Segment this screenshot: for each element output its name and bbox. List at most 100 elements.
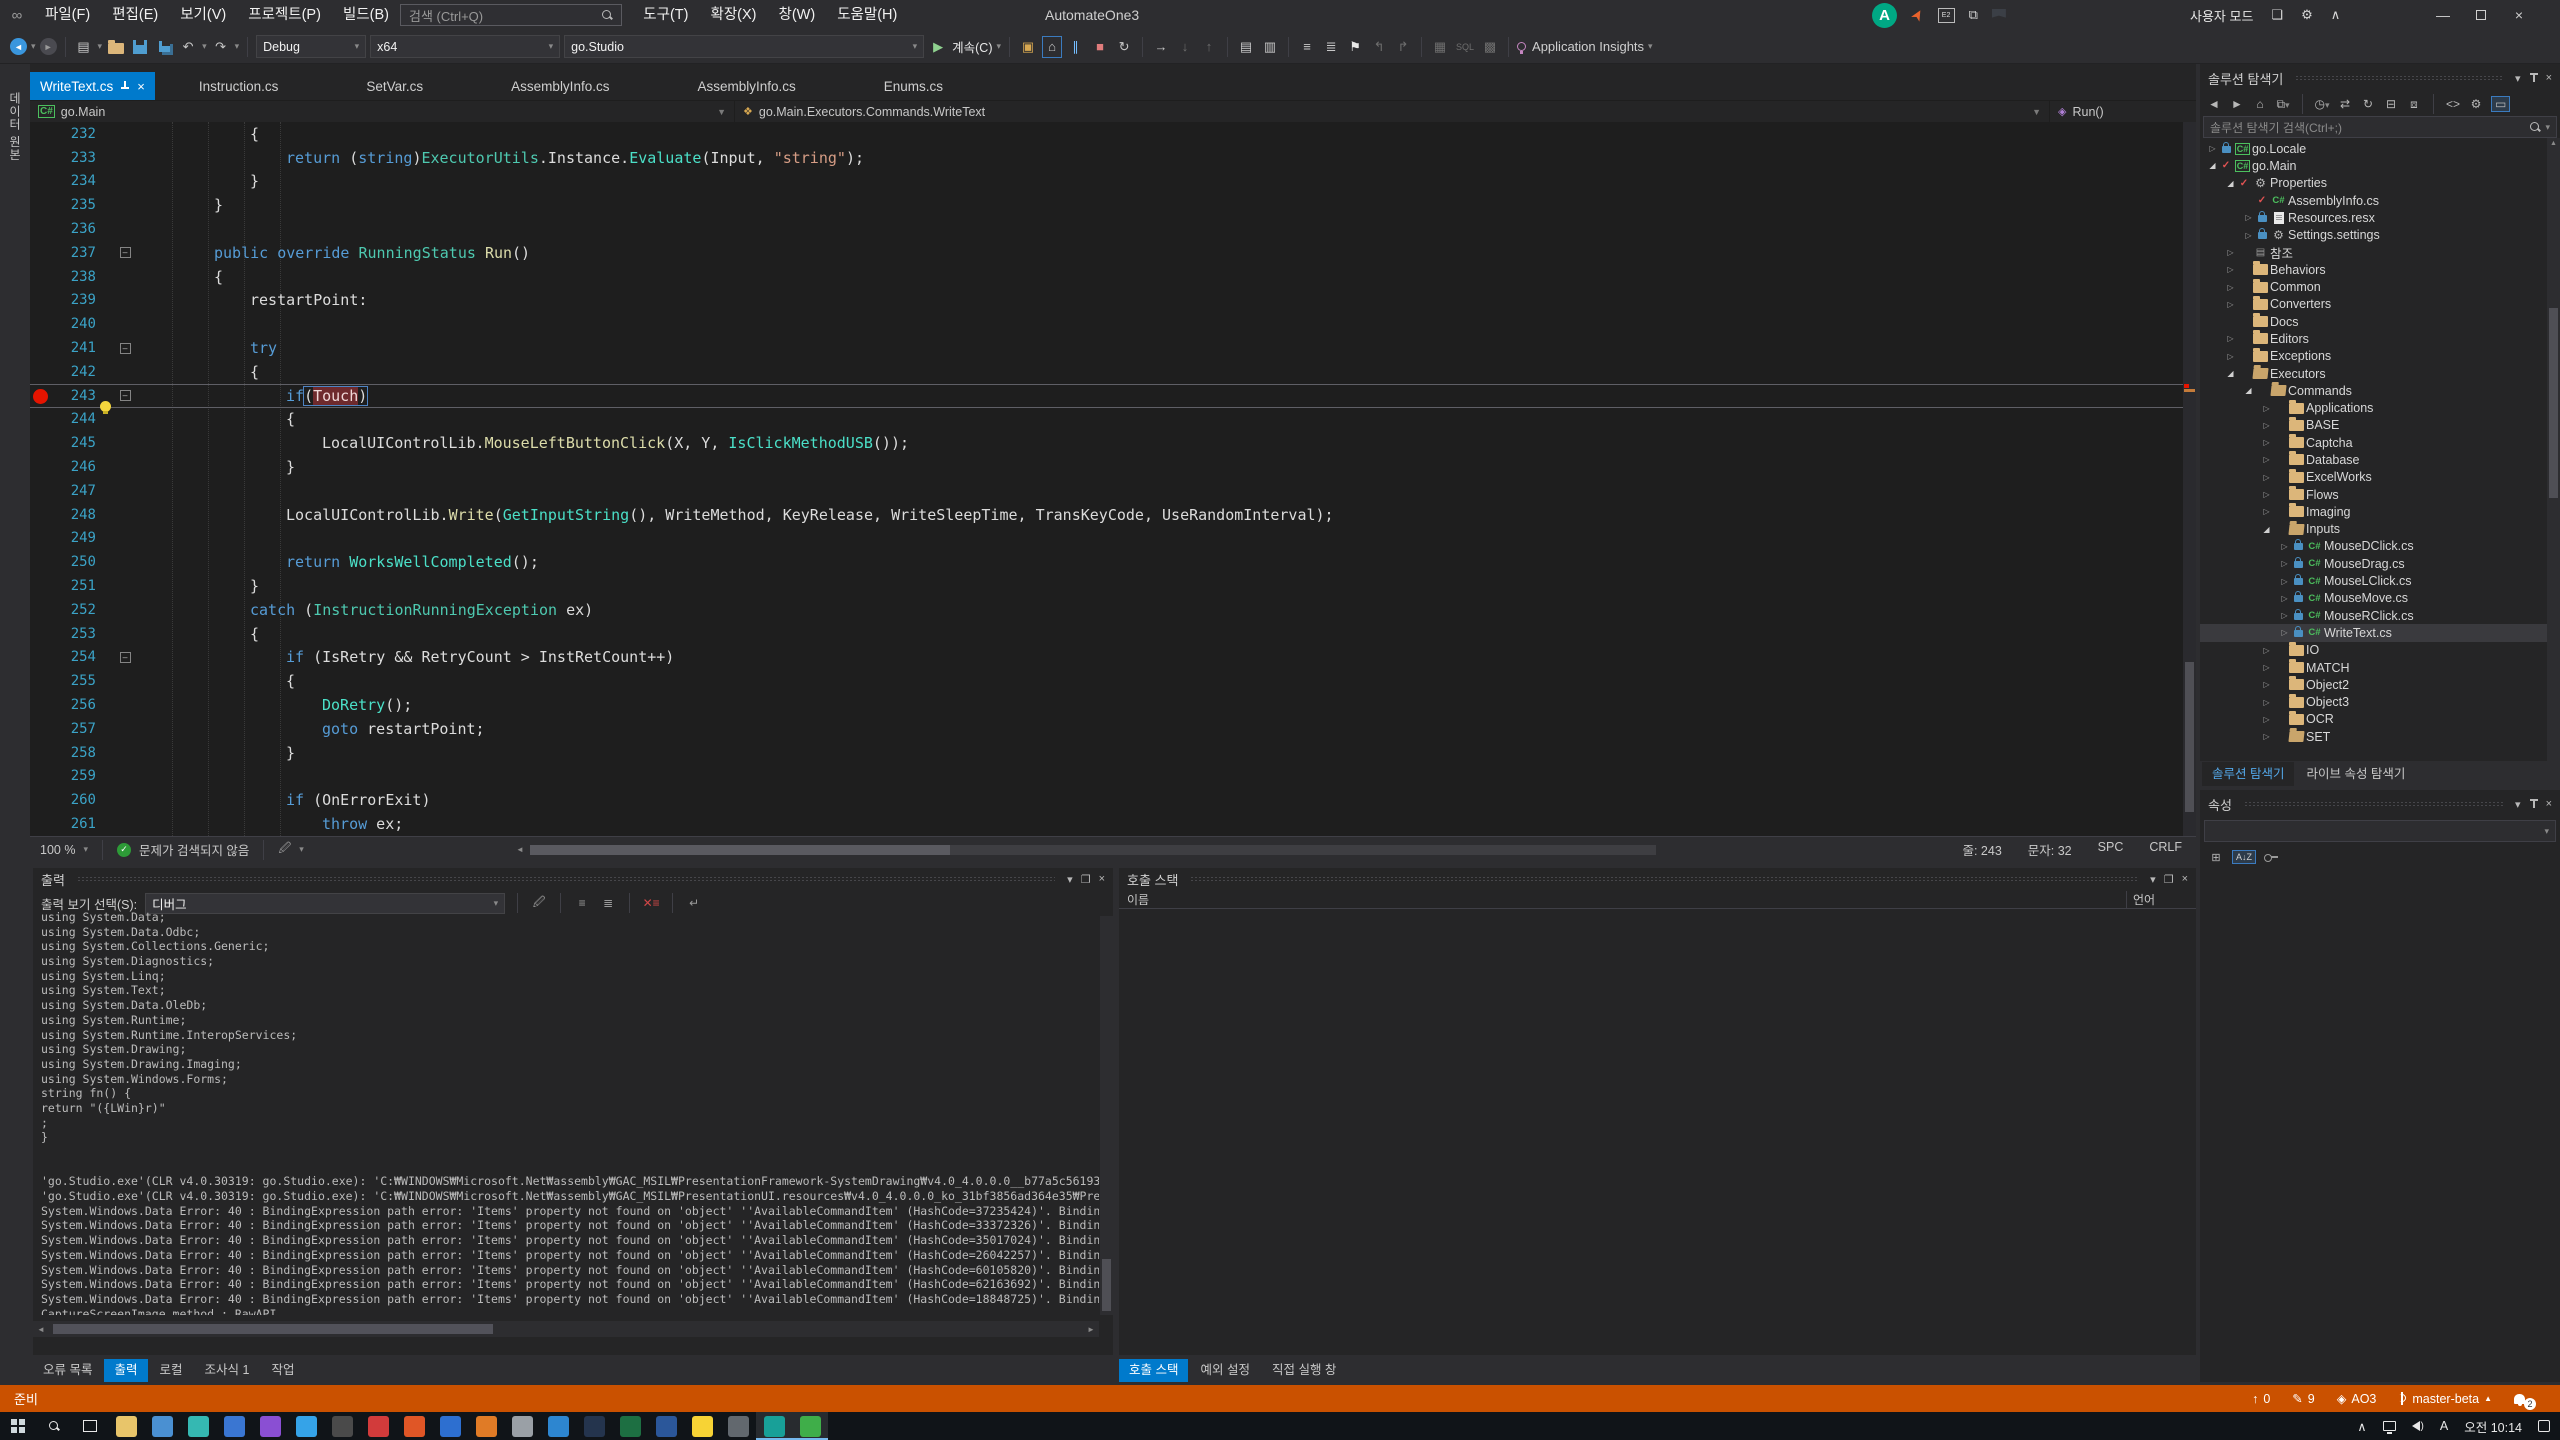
menu-item[interactable]: 도움말(H)	[826, 0, 908, 30]
status-spaces[interactable]: SPC	[2098, 840, 2124, 859]
open-file-icon[interactable]	[106, 36, 126, 58]
categorized-icon[interactable]: ⊞	[2208, 851, 2224, 864]
code-line[interactable]: 242{	[30, 360, 2196, 384]
tree-item-exceptions[interactable]: ▷Exceptions	[2200, 348, 2560, 365]
code-line[interactable]: 233return (string)ExecutorUtils.Instance…	[30, 146, 2196, 170]
tree-item-imaging[interactable]: ▷Imaging	[2200, 503, 2560, 520]
collapsed-arrow-icon[interactable]: ▷	[2278, 542, 2291, 551]
app-chrome[interactable]	[144, 1412, 180, 1440]
task-view-icon[interactable]	[72, 1412, 108, 1440]
code-line[interactable]: 240	[30, 312, 2196, 336]
app-blue-1[interactable]	[216, 1412, 252, 1440]
code-line[interactable]: 241–try	[30, 336, 2196, 360]
collapsed-arrow-icon[interactable]: ▷	[2242, 231, 2255, 240]
tree-item-object2[interactable]: ▷Object2	[2200, 676, 2560, 693]
breakpoint-margin[interactable]	[30, 408, 52, 432]
breakpoint-margin[interactable]	[30, 765, 52, 789]
step-into-icon[interactable]: ↓	[1175, 36, 1195, 58]
tree-item-applications[interactable]: ▷Applications	[2200, 399, 2560, 416]
tree-item-docs[interactable]: Docs	[2200, 313, 2560, 330]
app-blue-3[interactable]	[540, 1412, 576, 1440]
tree-item-mouselclick-cs[interactable]: ▷C#MouseLClick.cs	[2200, 572, 2560, 589]
properties-icon[interactable]: ⚙	[2468, 97, 2484, 111]
collapsed-arrow-icon[interactable]: ▷	[2260, 680, 2273, 689]
data-sources-vertical-tab[interactable]: 데이터 원본	[7, 92, 24, 161]
save-icon[interactable]	[130, 36, 150, 58]
collapsed-arrow-icon[interactable]: ▷	[2260, 438, 2273, 447]
undo-icon[interactable]: ↶	[178, 36, 198, 58]
menu-item[interactable]: 보기(V)	[169, 0, 237, 30]
document-tab[interactable]: SetVar.cs	[322, 72, 467, 100]
chevron-down-icon[interactable]: ▾	[1067, 873, 1073, 886]
collapsed-arrow-icon[interactable]: ▷	[2260, 507, 2273, 516]
tree-item-database[interactable]: ▷Database	[2200, 451, 2560, 468]
scroll-right-icon[interactable]: ►	[1083, 1325, 1099, 1334]
collapsed-arrow-icon[interactable]: ▷	[2260, 404, 2273, 413]
breakpoint-margin[interactable]	[30, 788, 52, 812]
automate-logo-icon[interactable]: A	[1872, 3, 1897, 28]
code-editor[interactable]: 232{233return (string)ExecutorUtils.Inst…	[30, 122, 2196, 836]
properties-object-dropdown[interactable]: ▾	[2204, 820, 2556, 842]
fold-margin[interactable]: –	[116, 343, 134, 354]
solution-explorer-search[interactable]: 솔루션 탐색기 검색(Ctrl+;) ▾	[2203, 116, 2557, 138]
float-window-icon[interactable]: ❏	[2271, 7, 2283, 23]
save-all-icon[interactable]	[154, 36, 174, 58]
ime-indicator[interactable]: A	[2440, 1419, 2448, 1433]
code-line[interactable]: 252catch (InstructionRunningException ex…	[30, 598, 2196, 622]
bookmark-icon[interactable]: ⚑	[1345, 36, 1365, 58]
tree-item-executors[interactable]: ◢Executors	[2200, 365, 2560, 382]
tree-item-converters[interactable]: ▷Converters	[2200, 296, 2560, 313]
sql-icon[interactable]: SQL	[1454, 36, 1476, 58]
pin-icon[interactable]	[2529, 73, 2538, 84]
tree-item-settings-settings[interactable]: ▷⚙Settings.settings	[2200, 226, 2560, 243]
code-line[interactable]: 259	[30, 765, 2196, 789]
scroll-left-icon[interactable]: ◄	[33, 1325, 49, 1334]
scrollbar-thumb[interactable]	[2549, 308, 2558, 498]
code-line[interactable]: 258}	[30, 741, 2196, 765]
menu-item[interactable]: 프로젝트(P)	[237, 0, 332, 30]
breakpoint-margin[interactable]	[30, 170, 52, 194]
pending-changes-filter-icon[interactable]: ◷▾	[2314, 97, 2330, 111]
clear-all-icon[interactable]: ✕≡	[642, 896, 660, 910]
panel-tab[interactable]: 작업	[261, 1359, 304, 1382]
chevron-down-icon[interactable]: ▾	[2515, 798, 2521, 811]
app-orange-2[interactable]	[468, 1412, 504, 1440]
expanded-arrow-icon[interactable]: ◢	[2206, 161, 2219, 170]
status-eol[interactable]: CRLF	[2149, 840, 2182, 859]
expanded-arrow-icon[interactable]: ◢	[2224, 369, 2237, 378]
app-green-active[interactable]	[792, 1412, 828, 1440]
tray-chevron-up-icon[interactable]: ∧	[2357, 1419, 2366, 1434]
breakpoint-margin[interactable]	[30, 741, 52, 765]
breakpoint-margin[interactable]	[30, 622, 52, 646]
chevron-up-icon[interactable]: ∧	[2331, 7, 2341, 23]
fold-collapse-icon[interactable]: –	[120, 247, 131, 258]
close-icon[interactable]: ×	[137, 79, 145, 94]
breakpoint-margin[interactable]	[30, 146, 52, 170]
breakpoint-margin[interactable]	[30, 455, 52, 479]
code-line[interactable]: 254–if (IsRetry && RetryCount > InstRetC…	[30, 646, 2196, 670]
collapsed-arrow-icon[interactable]: ▷	[2224, 300, 2237, 309]
continue-debug-icon[interactable]: ▶	[928, 36, 948, 58]
indent-icon[interactable]: ≡	[1297, 36, 1317, 58]
collapsed-arrow-icon[interactable]: ▷	[2260, 646, 2273, 655]
document-health-indicator[interactable]: ✓ 문제가 검색되지 않음	[107, 840, 259, 859]
notifications-indicator[interactable]: 2	[2514, 1393, 2542, 1405]
collapsed-arrow-icon[interactable]: ▷	[2278, 611, 2291, 620]
collapsed-arrow-icon[interactable]: ▷	[2278, 559, 2291, 568]
code-line[interactable]: 253{	[30, 622, 2196, 646]
close-icon[interactable]: ×	[1099, 873, 1105, 885]
breakpoint-margin[interactable]	[30, 217, 52, 241]
stop-debug-icon[interactable]: ■	[1090, 36, 1110, 58]
code-line[interactable]: 244{	[30, 408, 2196, 432]
solution-explorer-title-bar[interactable]: 솔루션 탐색기 ▾ ×	[2200, 64, 2560, 92]
unpushed-commits-indicator[interactable]: ↑0	[2252, 1392, 2270, 1406]
breadcrumb-member[interactable]: ◈ Run()	[2050, 101, 2196, 122]
forward-icon[interactable]: ►	[2229, 97, 2245, 111]
collapsed-arrow-icon[interactable]: ▷	[2278, 628, 2291, 637]
uncomment-icon[interactable]: ▥	[1260, 36, 1280, 58]
close-icon[interactable]: ×	[2182, 873, 2188, 885]
document-tab[interactable]: AssemblyInfo.cs	[653, 72, 839, 100]
app-explorer[interactable]	[108, 1412, 144, 1440]
breakpoint-icon[interactable]	[33, 389, 48, 404]
repository-indicator[interactable]: ◈AO3	[2337, 1391, 2377, 1406]
